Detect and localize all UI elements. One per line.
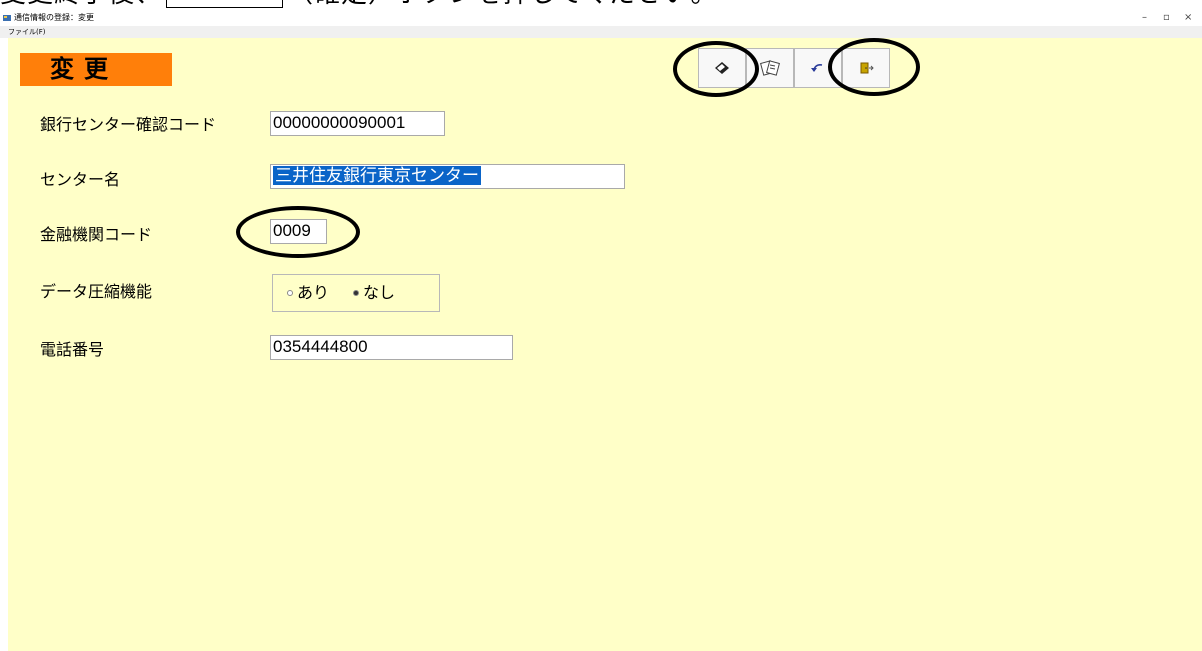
phone-field[interactable]: 0354444800 [270, 335, 513, 360]
instruction-before: 変更終了後、 [0, 0, 162, 8]
menu-file[interactable]: ファイル(F) [8, 26, 46, 38]
confirm-button[interactable] [698, 48, 746, 88]
radio-ari[interactable] [287, 290, 293, 296]
exit-icon [860, 62, 874, 74]
center-name-field[interactable]: 三井住友銀行東京センター [270, 164, 625, 189]
app-icon [3, 15, 11, 21]
instruction-button-box [166, 0, 284, 8]
center-name-label: センター名 [40, 170, 121, 189]
instruction-after: （確定）ボタンを押してください。 [287, 0, 717, 8]
instruction-text: 変更終了後、 （確定）ボタンを押してください。 [0, 0, 1202, 8]
print-icon [760, 60, 780, 76]
center-name-value: 三井住友銀行東京センター [273, 166, 481, 185]
compression-label: データ圧縮機能 [40, 282, 153, 301]
print-button[interactable] [746, 48, 794, 88]
close-button[interactable]: × [1184, 10, 1192, 26]
menu-bar: ファイル(F) [0, 26, 1202, 38]
exit-button[interactable] [842, 48, 890, 88]
phone-label: 電話番号 [40, 340, 105, 359]
minimize-button[interactable]: – [1142, 10, 1147, 26]
compression-radio-group: あり なし [272, 274, 440, 312]
mode-badge: 変更 [20, 53, 172, 86]
compression-option-nashi[interactable]: なし [353, 275, 395, 311]
compression-option-ari[interactable]: あり [287, 275, 329, 311]
undo-button[interactable] [794, 48, 842, 88]
radio-nashi[interactable] [353, 290, 359, 296]
option-nashi-label: なし [363, 283, 396, 302]
phone-value: 0354444800 [273, 337, 368, 356]
institution-code-label: 金融機関コード [40, 225, 153, 244]
confirm-icon [715, 62, 729, 74]
maximize-button[interactable]: ▫ [1163, 10, 1170, 26]
option-ari-label: あり [297, 283, 330, 302]
institution-code-field[interactable]: 0009 [270, 219, 327, 244]
title-bar: 通信情報の登録：変更 – ▫ × [0, 10, 1202, 26]
bank-center-code-value: 00000000090001 [273, 113, 406, 132]
undo-icon [811, 64, 823, 72]
bank-center-code-field[interactable]: 00000000090001 [270, 111, 445, 136]
form-panel: 変更 銀行センター確認コード 00000000090001 センター名 三井住友… [8, 38, 1202, 651]
bank-center-code-label: 銀行センター確認コード [40, 115, 217, 134]
window-title: 通信情報の登録：変更 [14, 13, 94, 22]
institution-code-value: 0009 [273, 221, 311, 240]
